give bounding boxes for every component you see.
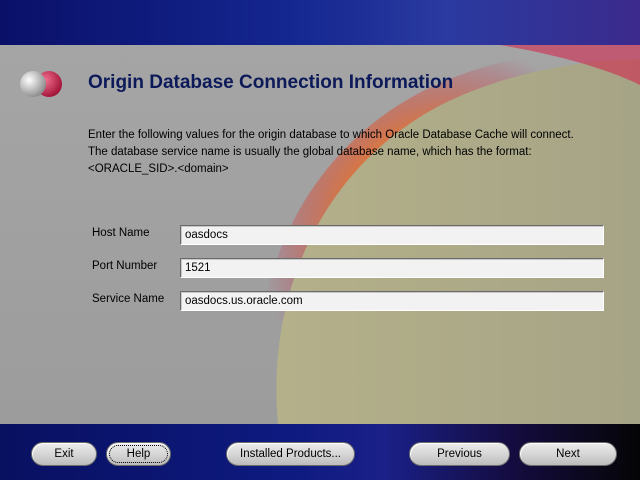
intro-line: Enter the following values for the origi… [88,129,574,141]
service-name-input[interactable]: oasdocs.us.oracle.com [180,291,604,311]
installed-products-button[interactable]: Installed Products... [226,442,355,466]
exit-button[interactable]: Exit [31,442,97,466]
intro-line: <ORACLE_SID>.<domain> [88,163,229,175]
previous-button[interactable]: Previous [409,442,510,466]
next-button[interactable]: Next [519,442,617,466]
intro-line: The database service name is usually the… [88,146,532,158]
host-name-input[interactable]: oasdocs [180,225,604,245]
intro-text: Enter the following values for the origi… [88,127,618,178]
port-number-input[interactable]: 1521 [180,258,604,278]
installer-window: Origin Database Connection Information E… [0,0,640,480]
top-banner [0,0,640,45]
help-button[interactable]: Help [106,442,171,466]
page-title: Origin Database Connection Information [88,72,454,93]
service-name-label: Service Name [92,293,165,305]
oracle-spheres-logo-icon [20,71,62,97]
host-name-label: Host Name [92,227,150,239]
port-number-label: Port Number [92,260,158,272]
